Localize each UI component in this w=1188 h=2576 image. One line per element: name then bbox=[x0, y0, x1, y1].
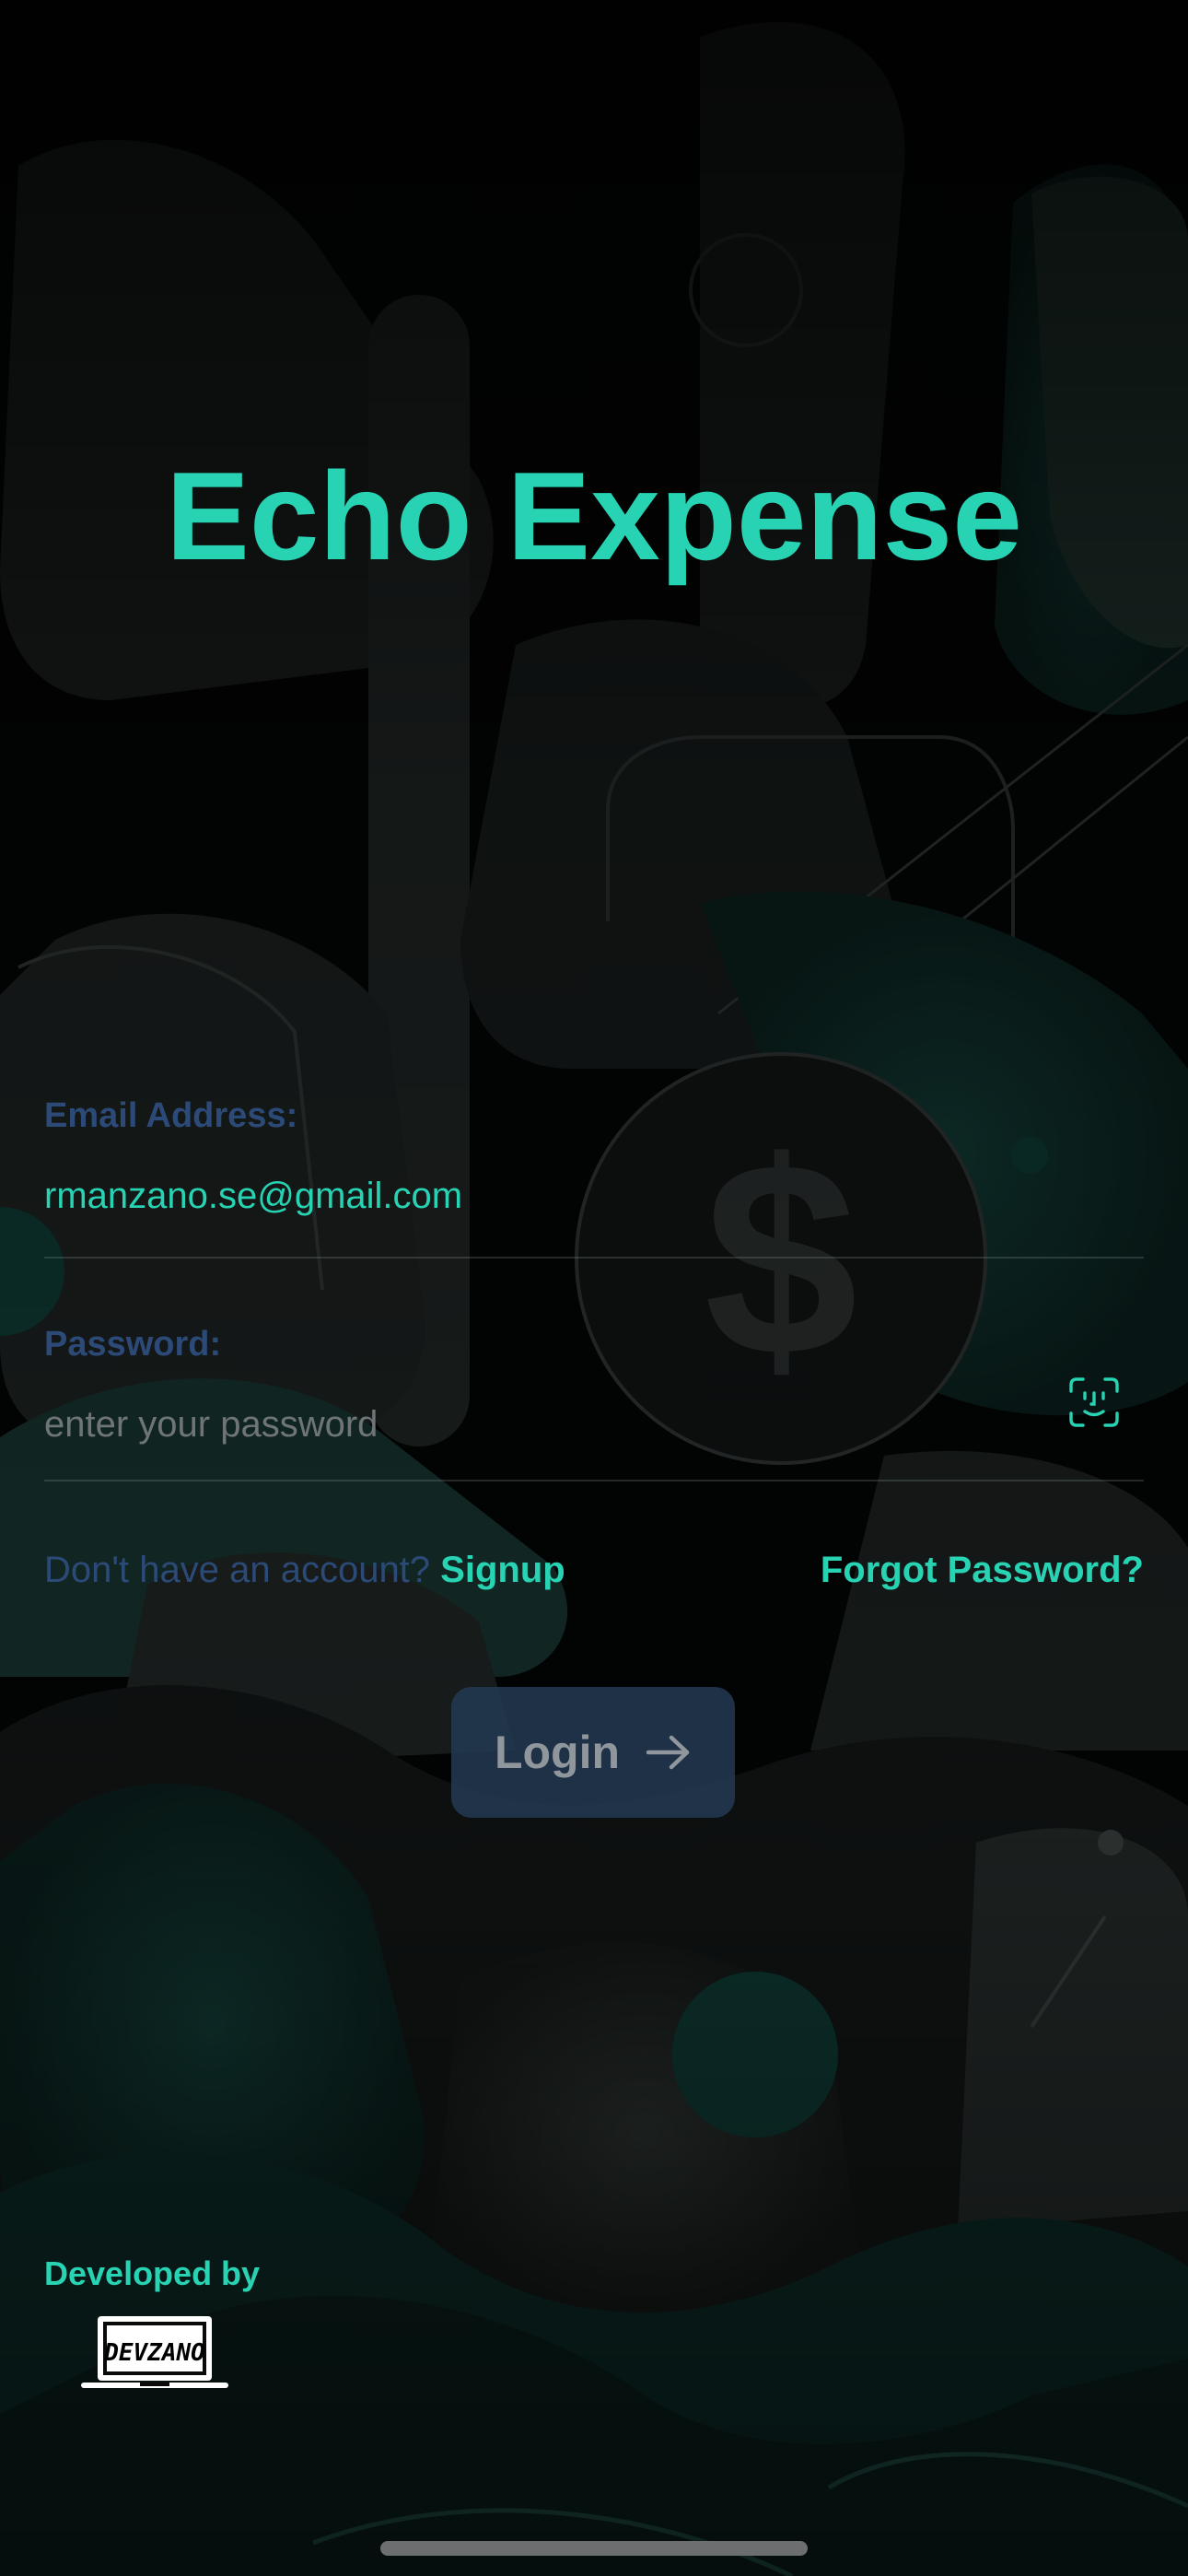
svg-text:DEVZANO: DEVZANO bbox=[103, 2339, 205, 2367]
signup-prompt: Don't have an account? bbox=[44, 1550, 431, 1590]
app-title: Echo Expense bbox=[166, 446, 1022, 586]
email-label: Email Address: bbox=[44, 1096, 298, 1135]
signup-link[interactable]: Signup bbox=[440, 1550, 565, 1590]
forgot-password-link[interactable]: Forgot Password? bbox=[821, 1544, 1144, 1596]
login-label: Login bbox=[494, 1727, 621, 1778]
developed-by-label: Developed by bbox=[44, 2254, 261, 2292]
password-divider bbox=[44, 1480, 1144, 1481]
password-field[interactable] bbox=[44, 1397, 1039, 1452]
signup-row: Don't have an account? Signup bbox=[44, 1544, 565, 1596]
password-label: Password: bbox=[44, 1325, 222, 1364]
devzano-logo: DEVZANO bbox=[81, 2316, 228, 2388]
arrow-right-icon bbox=[646, 1735, 690, 1770]
login-button[interactable]: Login bbox=[451, 1687, 735, 1818]
home-indicator[interactable] bbox=[380, 2541, 808, 2556]
background-art: $ bbox=[0, 0, 1188, 2576]
face-id-icon[interactable] bbox=[1068, 1376, 1120, 1428]
email-divider bbox=[44, 1257, 1144, 1259]
email-field[interactable]: rmanzano.se@gmail.com bbox=[44, 1176, 462, 1217]
